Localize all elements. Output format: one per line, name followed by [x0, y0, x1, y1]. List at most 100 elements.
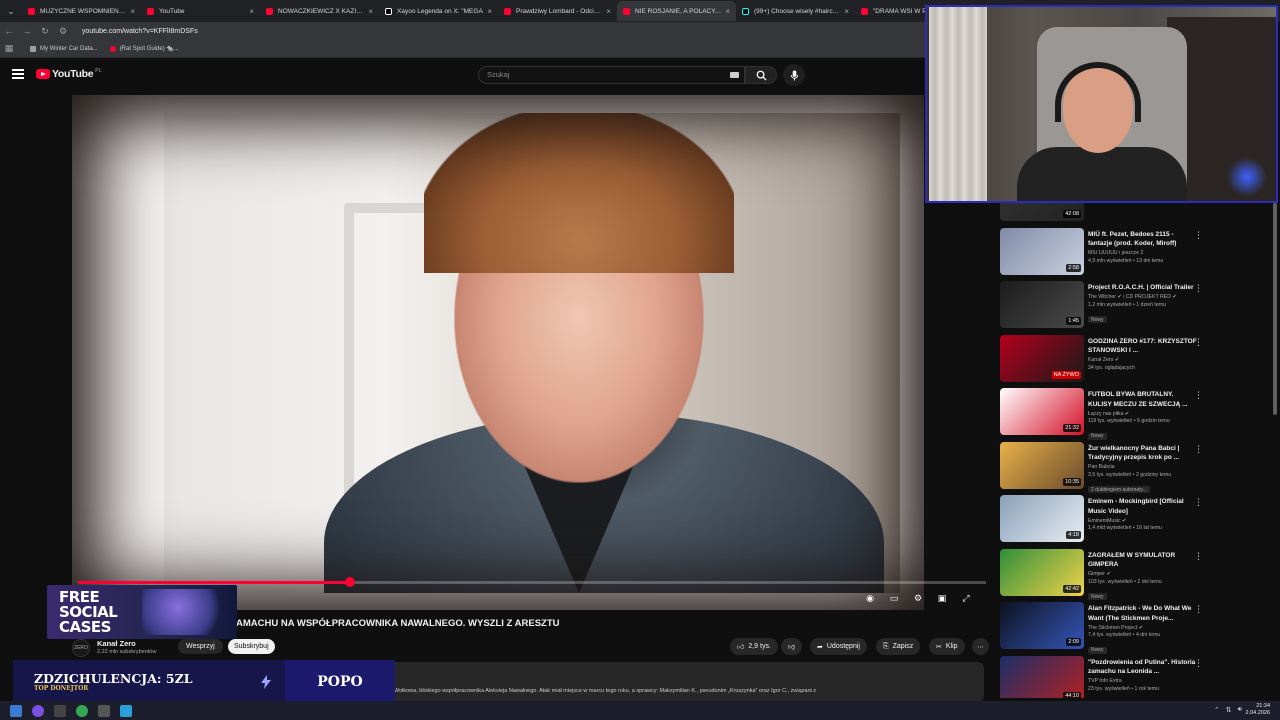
- more-actions-button[interactable]: ⋯: [972, 638, 989, 655]
- more-vertical-icon[interactable]: ⋮: [1194, 604, 1203, 615]
- browser-tab[interactable]: Prawdziwy Lombard - Odcinek ×: [498, 1, 617, 21]
- video-title[interactable]: "Pozdrowienia od Putina". Historia zamac…: [1088, 658, 1198, 677]
- bookmark-item[interactable]: My Winter Car Data...: [30, 45, 98, 52]
- share-button[interactable]: ➦ Udostępnij: [810, 638, 867, 655]
- tab-close-icon[interactable]: ×: [606, 7, 611, 16]
- forward-icon[interactable]: →: [18, 26, 36, 36]
- browser-tab[interactable]: NOWACZKIEWICZ X KAZIOR ×: [260, 1, 379, 21]
- search-button[interactable]: [745, 66, 777, 84]
- recommended-video[interactable]: 44:10 "Pozdrowienia od Putina". Historia …: [998, 655, 1273, 698]
- video-title[interactable]: MIÜ ft. Pezet, Bedoes 2115 - fantazje (p…: [1088, 230, 1198, 249]
- system-tray[interactable]: ⌃ ⇅ 🔊︎: [1214, 706, 1242, 714]
- autoplay-toggle-icon[interactable]: ◉: [862, 590, 878, 606]
- browser-tab[interactable]: MUZYCZNE WSPOMNIENIA KLASY ×: [22, 1, 141, 21]
- settings-gear-icon[interactable]: ⚙: [910, 590, 926, 606]
- channel-name[interactable]: The Stickmen Project ✔: [1088, 625, 1198, 631]
- app-icon[interactable]: [98, 704, 110, 717]
- tab-close-icon[interactable]: ×: [844, 7, 849, 16]
- youtube-logo[interactable]: YouTube PL: [36, 68, 101, 80]
- more-vertical-icon[interactable]: ⋮: [1194, 497, 1203, 508]
- system-clock[interactable]: 21:34 2.04.2026: [1246, 703, 1270, 717]
- more-vertical-icon[interactable]: ⋮: [1194, 390, 1203, 401]
- video-thumbnail[interactable]: 2:09: [1000, 602, 1084, 649]
- video-player[interactable]: [72, 95, 924, 610]
- telegram-icon[interactable]: [120, 704, 132, 717]
- channel-name[interactable]: TVP Info Extra: [1088, 678, 1198, 684]
- subtitles-icon[interactable]: ▭: [886, 590, 902, 606]
- search-input[interactable]: Szukaj: [478, 66, 745, 84]
- like-button[interactable]: 👍︎ 2,9 tys.: [730, 638, 778, 655]
- voice-search-button[interactable]: [783, 64, 805, 86]
- url-field[interactable]: youtube.com/watch?v=KFFlI8mDSFs: [82, 28, 198, 35]
- browser-tab[interactable]: YouTube ×: [141, 1, 260, 21]
- recommended-video[interactable]: 42:08Nowy: [998, 203, 1273, 226]
- more-vertical-icon[interactable]: ⋮: [1194, 283, 1203, 294]
- recommended-video[interactable]: 21:32 FUTBOL BYWA BRUTALNY. KULISY MECZU …: [998, 388, 1273, 440]
- save-button[interactable]: ⎘ Zapisz: [876, 638, 921, 655]
- start-windows-icon[interactable]: [10, 704, 22, 717]
- video-title[interactable]: ZAGRAŁEM W SYMULATOR GIMPERA: [1088, 551, 1198, 570]
- video-title[interactable]: GODZINA ZERO #177: KRZYSZTOF STANOWSKI I…: [1088, 337, 1198, 356]
- more-vertical-icon[interactable]: ⋮: [1194, 444, 1203, 455]
- app-icon[interactable]: [54, 704, 66, 717]
- channel-avatar[interactable]: ZERO: [72, 639, 90, 657]
- video-thumbnail[interactable]: 42:42: [1000, 548, 1084, 596]
- tab-close-icon[interactable]: ×: [249, 7, 254, 16]
- network-icon[interactable]: ⇅: [1226, 706, 1232, 714]
- video-title[interactable]: FUTBOL BYWA BRUTALNY. KULISY MECZU ZE SZ…: [1088, 390, 1198, 409]
- channel-name[interactable]: Kanał Zero: [97, 639, 136, 648]
- browser-tab[interactable]: Xayoo Legenda on X: "MEGA ×: [379, 1, 498, 21]
- more-vertical-icon[interactable]: ⋮: [1194, 551, 1203, 562]
- channel-name[interactable]: The Witcher ✔ i CD PROJEKT RED ✔: [1088, 294, 1198, 300]
- video-title[interactable]: Żur wielkanocny Pana Babci | Tradycyjny …: [1088, 444, 1198, 463]
- video-title[interactable]: Alan Fitzpatrick - We Do What We Want (T…: [1088, 604, 1198, 623]
- support-button[interactable]: Wesprzyj: [178, 639, 223, 654]
- video-thumbnail[interactable]: NA ŻYWO: [1000, 334, 1084, 382]
- dislike-button[interactable]: 👎︎: [781, 638, 803, 655]
- video-thumbnail[interactable]: 42:08: [1000, 203, 1084, 221]
- recommended-video[interactable]: 2:58 MIÜ ft. Pezet, Bedoes 2115 - fantazj…: [998, 227, 1273, 280]
- video-thumbnail[interactable]: 44:10: [1000, 655, 1084, 698]
- app-icon[interactable]: [32, 704, 44, 717]
- chrome-icon[interactable]: [76, 704, 88, 717]
- recommended-video[interactable]: 42:42 ZAGRAŁEM W SYMULATOR GIMPERA Gimper …: [998, 548, 1273, 601]
- video-thumbnail[interactable]: 21:32: [1000, 388, 1084, 435]
- video-title[interactable]: Project R.O.A.C.H. | Official Trailer: [1088, 283, 1198, 293]
- hamburger-menu-icon[interactable]: [12, 69, 24, 79]
- recommended-video[interactable]: 1:45 Project R.O.A.C.H. | Official Traile…: [998, 281, 1273, 333]
- channel-name[interactable]: Kanał Zero ✔: [1088, 357, 1198, 363]
- tab-close-icon[interactable]: ×: [368, 7, 373, 16]
- fullscreen-icon[interactable]: ⤢: [958, 590, 974, 606]
- bookmark-item[interactable]: (Rat Spot Guide) 🐀...: [109, 45, 179, 52]
- tab-search-icon[interactable]: ⌄: [0, 0, 22, 22]
- reload-icon[interactable]: ↻: [36, 26, 54, 37]
- back-icon[interactable]: ←: [0, 26, 18, 36]
- video-thumbnail[interactable]: 1:45: [1000, 281, 1084, 328]
- volume-icon[interactable]: 🔊︎: [1238, 706, 1242, 714]
- channel-name[interactable]: Pan Babcia: [1088, 464, 1198, 470]
- subscribe-button[interactable]: Subskrybuj: [228, 639, 275, 654]
- channel-name[interactable]: MIÜ ÜÜÜÜÜ i jeszcze 2: [1088, 250, 1198, 256]
- more-vertical-icon[interactable]: ⋮: [1194, 337, 1203, 348]
- video-thumbnail[interactable]: 4:18: [1000, 495, 1084, 542]
- video-title[interactable]: Eminem - Mockingbird [Official Music Vid…: [1088, 497, 1198, 516]
- theater-mode-icon[interactable]: ▣: [934, 590, 950, 606]
- site-info-icon[interactable]: ⚙: [54, 26, 72, 37]
- tab-close-icon[interactable]: ×: [487, 7, 492, 16]
- channel-name[interactable]: Łączy nas piłka ✔: [1088, 411, 1198, 417]
- apps-grid-icon[interactable]: ▦: [0, 43, 18, 54]
- channel-name[interactable]: Gimper ✔: [1088, 571, 1198, 577]
- channel-name[interactable]: EminemMusic ✔: [1088, 518, 1198, 524]
- browser-tab[interactable]: (99+) Choose wisely #haircut # ×: [736, 1, 855, 21]
- clip-button[interactable]: ✂ Klip: [929, 638, 965, 655]
- more-vertical-icon[interactable]: ⋮: [1194, 658, 1203, 669]
- keyboard-icon[interactable]: [730, 72, 739, 78]
- video-thumbnail[interactable]: 2:58: [1000, 227, 1084, 275]
- recommended-video[interactable]: NA ŻYWO GODZINA ZERO #177: KRZYSZTOF STAN…: [998, 334, 1273, 387]
- video-thumbnail[interactable]: 10:35: [1000, 441, 1084, 489]
- sidebar-scrollbar[interactable]: [1273, 203, 1277, 415]
- recommended-video[interactable]: 4:18 Eminem - Mockingbird [Official Music…: [998, 495, 1273, 547]
- tab-close-icon[interactable]: ×: [130, 7, 135, 16]
- tab-close-icon[interactable]: ×: [725, 7, 730, 16]
- recommended-video[interactable]: 10:35 Żur wielkanocny Pana Babci | Tradyc…: [998, 441, 1273, 494]
